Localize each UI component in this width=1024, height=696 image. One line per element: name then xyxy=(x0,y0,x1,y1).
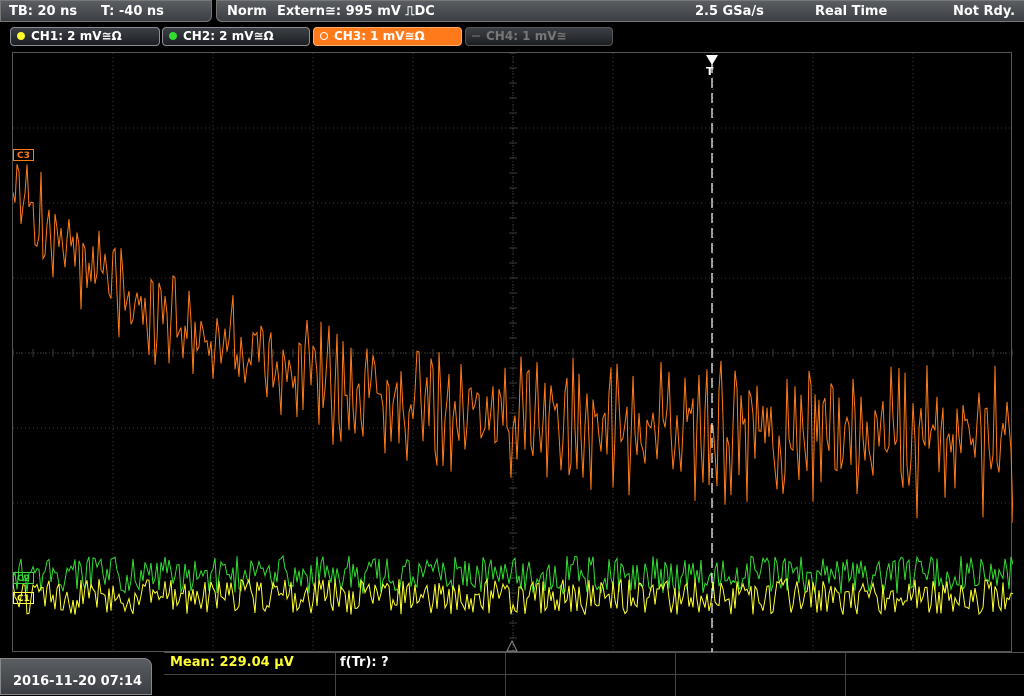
trigger-panel[interactable]: Norm Extern≅: 995 mV ⎍DC 2.5 GSa/s Real … xyxy=(216,0,1024,22)
ch2-waveform xyxy=(13,554,1013,595)
trigger-mode[interactable]: Norm xyxy=(227,4,267,19)
status-bar: TB: 20 ns T: -40 ns Norm Extern≅: 995 mV… xyxy=(0,0,1024,24)
channel-tab-ch1[interactable]: CH1: 2 mV≅Ω xyxy=(10,27,160,46)
footer: 2016-11-20 07:14 Mean: 229.04 µV f(Tr): … xyxy=(0,652,1024,696)
ch3-label: CH3: 1 mV≅Ω xyxy=(334,29,425,43)
freq-measurement: f(Tr): ? xyxy=(340,655,389,670)
timebase-panel[interactable]: TB: 20 ns T: -40 ns xyxy=(0,0,212,22)
acquisition-status: Not Rdy. xyxy=(953,4,1016,19)
sample-rate[interactable]: 2.5 GSa/s xyxy=(695,4,764,19)
ch4-dash-icon xyxy=(472,35,480,37)
channel-tab-ch2[interactable]: CH2: 2 mV≅Ω xyxy=(162,27,310,46)
trigger-label: T xyxy=(706,65,714,78)
ch2-dot-icon xyxy=(169,32,177,40)
meas-cell-8[interactable] xyxy=(506,675,676,696)
waveform-svg[interactable] xyxy=(13,53,1013,653)
meas-cell-3[interactable] xyxy=(506,653,676,674)
ch2-offset-marker[interactable]: C2 xyxy=(13,572,34,584)
ch3-dot-icon xyxy=(320,32,328,40)
timebase-value[interactable]: TB: 20 ns xyxy=(9,4,77,19)
datetime-panel: 2016-11-20 07:14 xyxy=(0,658,152,695)
ground-marker-icon xyxy=(506,639,518,652)
channel-tab-ch3[interactable]: CH3: 1 mV≅Ω xyxy=(313,27,462,46)
meas-cell-6[interactable] xyxy=(164,675,336,696)
datetime: 2016-11-20 07:14 xyxy=(13,674,143,689)
meas-cell-5[interactable] xyxy=(846,653,1024,674)
waveform-display[interactable]: C3 C2 C1 T xyxy=(12,52,1013,653)
channel-tab-ch4[interactable]: CH4: 1 mV≅ xyxy=(465,27,613,46)
ch4-label: CH4: 1 mV≅ xyxy=(486,29,567,43)
measurement-panel: Mean: 229.04 µV f(Tr): ? xyxy=(164,652,1024,696)
meas-cell-1[interactable]: Mean: 229.04 µV xyxy=(164,653,336,674)
mean-measurement: Mean: 229.04 µV xyxy=(170,655,294,670)
meas-cell-9[interactable] xyxy=(676,675,846,696)
ch1-dot-icon xyxy=(17,32,25,40)
trigger-time-value[interactable]: T: -40 ns xyxy=(101,4,164,19)
acquisition-mode[interactable]: Real Time xyxy=(815,4,887,19)
ch3-offset-marker[interactable]: C3 xyxy=(13,149,34,161)
trigger-source[interactable]: Extern≅: 995 mV ⎍DC xyxy=(277,4,435,19)
meas-cell-4[interactable] xyxy=(676,653,846,674)
trigger-position-icon[interactable] xyxy=(706,55,718,65)
channel-tabs: CH1: 2 mV≅Ω CH2: 2 mV≅Ω CH3: 1 mV≅Ω CH4:… xyxy=(0,25,1024,49)
meas-cell-2[interactable]: f(Tr): ? xyxy=(336,653,506,674)
ch2-label: CH2: 2 mV≅Ω xyxy=(183,29,274,43)
ch1-offset-marker[interactable]: C1 xyxy=(13,592,34,604)
ch1-label: CH1: 2 mV≅Ω xyxy=(31,29,122,43)
meas-cell-7[interactable] xyxy=(336,675,506,696)
